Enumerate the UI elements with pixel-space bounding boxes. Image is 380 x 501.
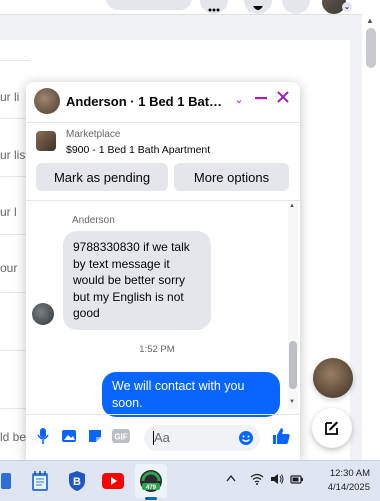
chevron-down-icon[interactable]: ⌄ — [342, 2, 352, 12]
page-scrollbar-thumb[interactable] — [366, 28, 376, 68]
taskbar: B 479 12:30 AM 4/14/2025 — [0, 460, 380, 501]
sender-avatar[interactable] — [32, 303, 54, 325]
svg-text:GIF: GIF — [114, 433, 127, 442]
marketplace-label: Marketplace — [66, 129, 121, 140]
thumbs-up-icon — [273, 428, 290, 444]
taskbar-security-app[interactable]: B — [65, 469, 89, 493]
battery-plug-icon — [290, 475, 303, 484]
chat-scrollbar[interactable]: ▲ ▼ — [288, 201, 298, 409]
youtube-icon — [102, 473, 124, 489]
system-clock[interactable]: 12:30 AM 4/14/2025 — [318, 467, 370, 495]
divider — [0, 60, 30, 61]
sticker-button[interactable] — [86, 427, 104, 445]
listing-title: $900 - 1 Bed 1 Bath Apartment — [66, 144, 211, 156]
photo-button[interactable] — [60, 427, 78, 445]
clock-date: 4/14/2025 — [327, 482, 370, 493]
background-text: ld be — [0, 430, 27, 444]
menu-grid-button[interactable] — [200, 0, 228, 14]
shield-icon: B — [69, 471, 85, 491]
search-box[interactable] — [106, 0, 192, 10]
message-input[interactable]: Aa — [144, 425, 260, 451]
chat-scrollbar-thumb[interactable] — [289, 341, 297, 389]
top-navigation-bar: ⌄ — [0, 0, 380, 15]
mark-as-pending-button[interactable]: Mark as pending — [36, 163, 168, 191]
microphone-icon — [37, 428, 49, 444]
outgoing-message-bubble[interactable]: We will contact with you soon. — [102, 372, 280, 417]
page-scrollbar[interactable] — [362, 14, 380, 460]
scroll-down-arrow[interactable]: ▼ — [289, 399, 295, 405]
message-list: Anderson 9788330830 if we talk by text m… — [26, 201, 288, 417]
listing-thumbnail — [36, 131, 56, 151]
chevron-down-icon[interactable]: ⌄ — [230, 93, 248, 106]
minimize-icon — [255, 97, 267, 100]
app-icon — [1, 473, 11, 489]
notifications-button[interactable] — [282, 0, 310, 14]
scroll-up-arrow[interactable]: ▲ — [289, 203, 295, 209]
battery-button[interactable] — [290, 473, 304, 488]
image-icon — [62, 430, 76, 442]
grid-icon — [208, 8, 220, 12]
background-text: ur li — [0, 90, 20, 104]
new-message-button[interactable] — [312, 408, 352, 448]
network-button[interactable] — [250, 473, 264, 488]
chevron-up-icon — [226, 474, 236, 482]
background-text: ur l — [0, 205, 17, 219]
speedometer-icon: 479 — [140, 470, 162, 492]
marketplace-listing-card[interactable]: Marketplace $900 - 1 Bed 1 Bath Apartmen… — [26, 123, 300, 165]
close-button[interactable] — [274, 90, 292, 107]
notepad-icon — [32, 471, 48, 491]
volume-button[interactable] — [270, 473, 284, 488]
chat-head-avatar[interactable] — [313, 358, 353, 398]
message-timestamp: 1:52 PM — [139, 344, 175, 355]
gif-icon: GIF — [112, 429, 130, 443]
scroll-up-arrow[interactable]: ▲ — [366, 16, 374, 25]
taskbar-app-partial[interactable] — [0, 469, 20, 493]
like-button[interactable] — [270, 425, 292, 447]
sender-name: Anderson — [72, 215, 115, 226]
gif-button[interactable]: GIF — [112, 427, 130, 445]
app-badge-count: 479 — [146, 485, 157, 491]
taskbar-notepad[interactable] — [28, 469, 52, 493]
messenger-button[interactable] — [244, 0, 272, 14]
taskbar-youtube[interactable] — [101, 469, 125, 493]
svg-text:B: B — [73, 476, 81, 488]
chat-title[interactable]: Anderson · 1 Bed 1 Bath A... — [66, 94, 226, 109]
compose-icon — [325, 421, 338, 435]
clock-time: 12:30 AM — [329, 468, 370, 479]
show-hidden-icons-button[interactable] — [226, 473, 236, 485]
background-text: our — [0, 261, 18, 275]
chat-window: Anderson · 1 Bed 1 Bath A... ⌄ Marketpla… — [26, 82, 300, 460]
incoming-message-bubble[interactable]: 9788330830 if we talk by text message it… — [63, 231, 211, 330]
speaker-icon — [271, 474, 284, 484]
message-input-placeholder: Aa — [154, 430, 170, 445]
emoji-icon[interactable] — [238, 430, 254, 446]
message-composer: GIF Aa — [26, 414, 300, 460]
sticker-icon — [89, 430, 101, 442]
wifi-icon — [250, 473, 264, 485]
contact-avatar[interactable] — [34, 88, 60, 114]
chat-header[interactable]: Anderson · 1 Bed 1 Bath A... ⌄ — [26, 82, 300, 123]
taskbar-odometer-app[interactable]: 479 — [139, 469, 163, 493]
more-options-button[interactable]: More options — [174, 163, 289, 191]
voice-clip-button[interactable] — [34, 427, 52, 445]
messenger-icon — [253, 6, 263, 10]
minimize-button[interactable] — [252, 90, 270, 107]
close-icon — [277, 91, 289, 103]
